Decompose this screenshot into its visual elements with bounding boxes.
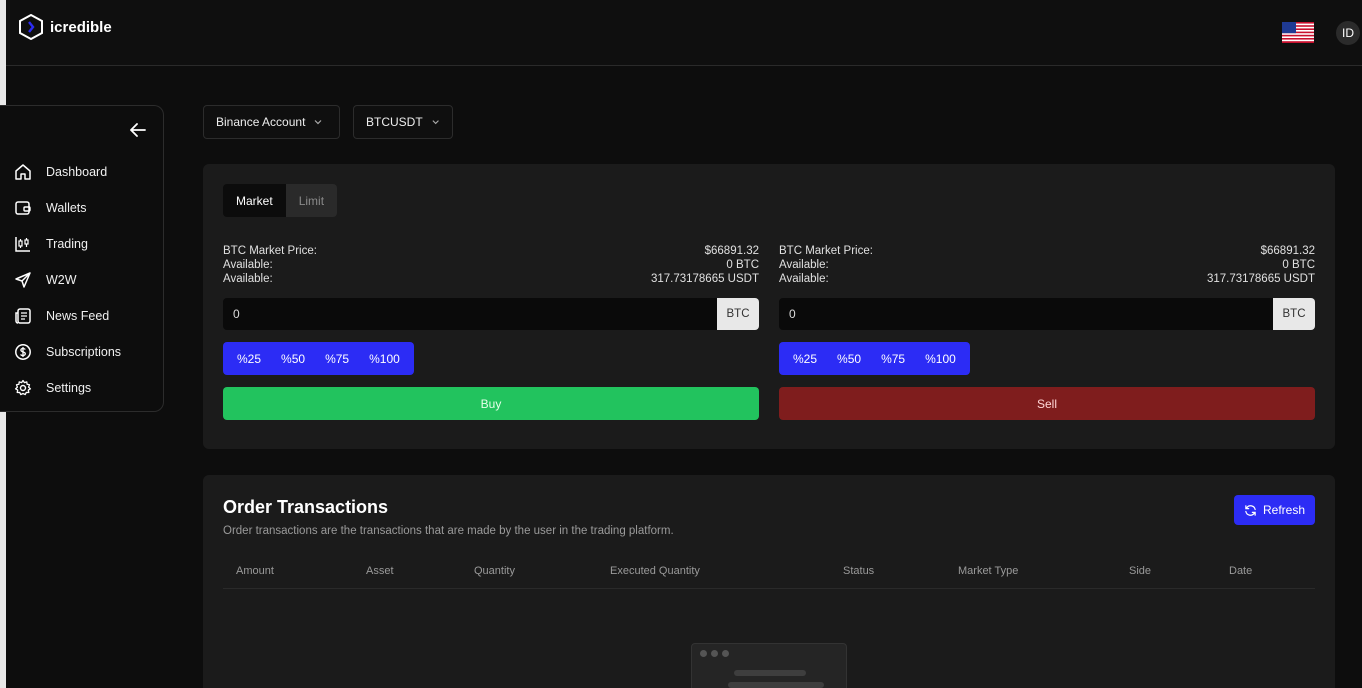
buy-button[interactable]: Buy	[223, 387, 759, 420]
tab-market[interactable]: Market	[223, 184, 286, 217]
sidebar-item-label: Settings	[46, 381, 92, 395]
dollar-circle-icon	[15, 344, 31, 360]
sell-available-btc-row: Available: 0 BTC	[779, 258, 1315, 272]
top-bar: icredible ID	[6, 0, 1362, 66]
order-transactions-panel: Order Transactions Order transactions ar…	[203, 475, 1335, 688]
sell-percent-25-button[interactable]: %25	[783, 342, 827, 375]
newspaper-icon	[15, 308, 31, 324]
placeholder-line	[734, 670, 806, 676]
buy-percent-group: %25 %50 %75 %100	[223, 342, 414, 375]
sell-available-btc-value: 0 BTC	[1282, 259, 1315, 271]
sidebar-item-w2w[interactable]: W2W	[0, 262, 164, 298]
buy-amount-input[interactable]	[223, 298, 717, 330]
section-description: Order transactions are the transactions …	[223, 525, 674, 537]
buy-available-label: Available:	[223, 273, 273, 285]
refresh-label: Refresh	[1263, 503, 1306, 517]
sell-amount-field: BTC	[779, 298, 1315, 330]
sidebar-item-settings[interactable]: Settings	[0, 370, 164, 406]
refresh-button[interactable]: Refresh	[1234, 495, 1316, 525]
sidebar-item-wallets[interactable]: Wallets	[0, 190, 164, 226]
sell-percent-50-button[interactable]: %50	[827, 342, 871, 375]
buy-percent-50-button[interactable]: %50	[271, 342, 315, 375]
sidebar-nav: Dashboard Wallets Trading W2W News Feed …	[0, 154, 164, 406]
section-title: Order Transactions	[223, 497, 389, 517]
home-icon	[15, 164, 31, 180]
sidebar-item-subscriptions[interactable]: Subscriptions	[0, 334, 164, 370]
sell-available-usdt-value: 317.73178665 USDT	[1206, 273, 1315, 285]
sell-available-label: Available:	[779, 273, 829, 285]
buy-amount-unit: BTC	[717, 298, 759, 330]
sidebar-item-label: News Feed	[46, 309, 110, 323]
account-dropdown-value: Binance Account	[216, 115, 306, 129]
buy-available-btc-value: 0 BTC	[726, 259, 759, 271]
sell-available-usdt-row: Available: 317.73178665 USDT	[779, 272, 1315, 286]
arrow-left-icon[interactable]	[128, 120, 148, 140]
sell-button[interactable]: Sell	[779, 387, 1315, 420]
column-header-status[interactable]: Status	[843, 565, 874, 577]
sell-amount-input[interactable]	[779, 298, 1273, 330]
column-header-asset[interactable]: Asset	[366, 565, 394, 577]
order-form-panel: Market Limit BTC Market Price: $66891.32…	[203, 164, 1335, 449]
buy-available-label: Available:	[223, 259, 273, 271]
user-avatar[interactable]: ID	[1336, 21, 1360, 45]
sidebar: Dashboard Wallets Trading W2W News Feed …	[0, 105, 164, 412]
column-header-executed-quantity[interactable]: Executed Quantity	[610, 565, 700, 577]
sell-percent-100-button[interactable]: %100	[915, 342, 966, 375]
sidebar-item-label: Wallets	[46, 201, 87, 215]
candlestick-icon	[15, 237, 30, 252]
order-type-tabs: Market Limit	[223, 184, 338, 217]
sell-percent-75-button[interactable]: %75	[871, 342, 915, 375]
sidebar-item-trading[interactable]: Trading	[0, 226, 164, 262]
sidebar-item-news-feed[interactable]: News Feed	[0, 298, 164, 334]
window-dots	[700, 650, 729, 657]
send-icon	[15, 272, 31, 288]
column-header-amount[interactable]: Amount	[236, 565, 274, 577]
buy-price-value: $66891.32	[704, 245, 759, 257]
table-header: Amount Asset Quantity Executed Quantity …	[223, 565, 1315, 589]
sidebar-item-label: W2W	[46, 273, 77, 287]
pair-dropdown-value: BTCUSDT	[366, 115, 423, 129]
sell-percent-group: %25 %50 %75 %100	[779, 342, 970, 375]
wallet-icon	[15, 201, 31, 215]
placeholder-line	[728, 682, 824, 688]
column-header-date[interactable]: Date	[1229, 565, 1252, 577]
sell-price-row: BTC Market Price: $66891.32	[779, 244, 1315, 258]
us-flag-icon[interactable]	[1282, 22, 1314, 43]
buy-percent-25-button[interactable]: %25	[227, 342, 271, 375]
sell-column: BTC Market Price: $66891.32 Available: 0…	[779, 244, 1315, 420]
buy-price-row: BTC Market Price: $66891.32	[223, 244, 759, 258]
buy-available-usdt-row: Available: 317.73178665 USDT	[223, 272, 759, 286]
logo-hexagon-icon	[19, 14, 43, 40]
empty-state-illustration	[691, 643, 847, 688]
buy-available-btc-row: Available: 0 BTC	[223, 258, 759, 272]
sell-amount-unit: BTC	[1273, 298, 1315, 330]
sidebar-item-dashboard[interactable]: Dashboard	[0, 154, 164, 190]
chevron-down-icon	[432, 120, 439, 125]
buy-percent-75-button[interactable]: %75	[315, 342, 359, 375]
sell-available-label: Available:	[779, 259, 829, 271]
sell-price-value: $66891.32	[1260, 245, 1315, 257]
tab-limit[interactable]: Limit	[285, 184, 338, 217]
sidebar-item-label: Dashboard	[46, 165, 108, 179]
brand-name: icredible	[50, 18, 112, 36]
buy-amount-field: BTC	[223, 298, 759, 330]
buy-percent-100-button[interactable]: %100	[359, 342, 410, 375]
column-header-quantity[interactable]: Quantity	[474, 565, 515, 577]
sidebar-item-label: Trading	[46, 237, 88, 251]
buy-price-label: BTC Market Price:	[223, 245, 317, 257]
brand-logo[interactable]: icredible	[18, 14, 112, 40]
buy-column: BTC Market Price: $66891.32 Available: 0…	[223, 244, 759, 420]
column-header-side[interactable]: Side	[1129, 565, 1151, 577]
account-dropdown[interactable]: Binance Account	[203, 105, 340, 139]
refresh-icon	[1245, 504, 1256, 516]
sidebar-item-label: Subscriptions	[46, 345, 122, 359]
column-header-market-type[interactable]: Market Type	[958, 565, 1018, 577]
chevron-down-icon	[314, 120, 322, 125]
sell-price-label: BTC Market Price:	[779, 245, 873, 257]
gear-icon	[14, 379, 32, 396]
buy-available-usdt-value: 317.73178665 USDT	[650, 273, 759, 285]
pair-dropdown[interactable]: BTCUSDT	[353, 105, 453, 139]
